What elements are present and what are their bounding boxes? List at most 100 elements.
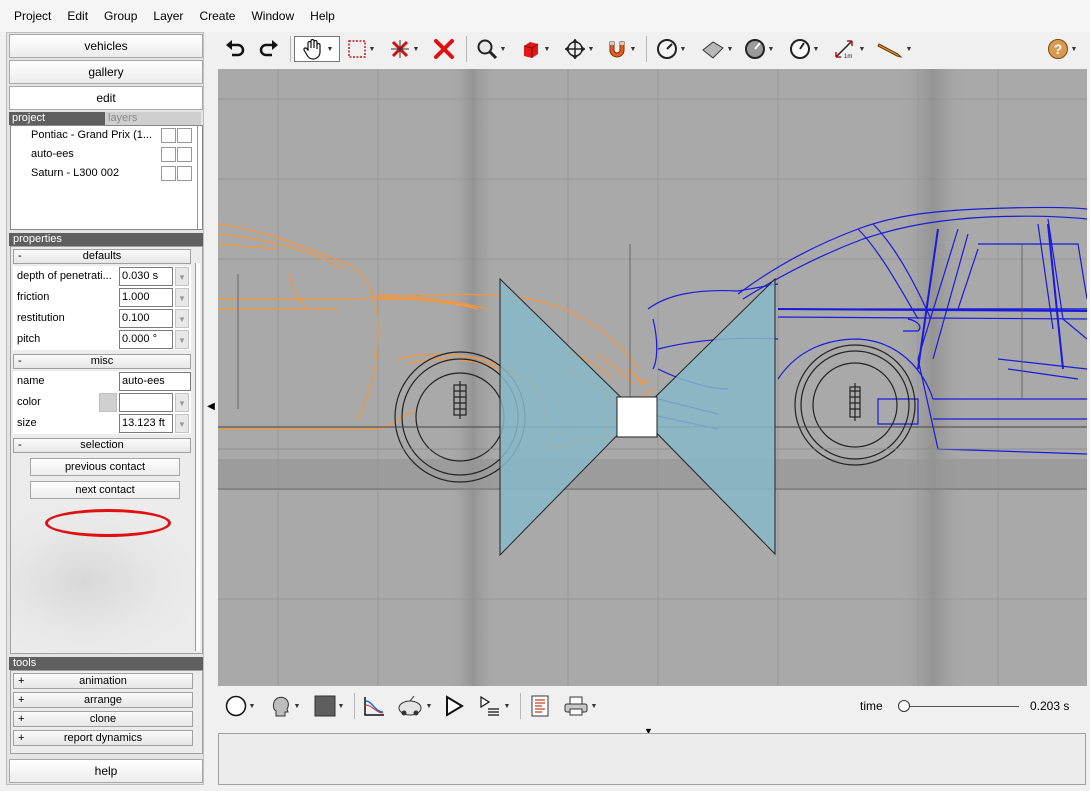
collapse-panel-arrow-icon[interactable]: ◀	[206, 398, 216, 416]
chevron-down-icon[interactable]: ▼	[175, 393, 189, 412]
defaults-group-header[interactable]: - defaults	[13, 249, 191, 264]
list-item[interactable]: auto-ees	[11, 145, 202, 164]
chevron-down-icon: ▼	[679, 45, 687, 53]
measure-angle-button[interactable]: ▼	[654, 36, 688, 62]
scene-canvas[interactable]	[218, 69, 1087, 686]
graph-button[interactable]	[360, 693, 388, 719]
measure-distance-button[interactable]: 1m ▼	[830, 36, 868, 62]
chevron-down-icon: ▼	[248, 702, 256, 710]
pencil-button[interactable]: ▼	[872, 36, 916, 62]
playback-options-button[interactable]: ▼	[474, 693, 514, 719]
pan-tool-button[interactable]: ▼	[294, 36, 340, 62]
chevron-down-icon: ▼	[767, 45, 775, 53]
menu-layer[interactable]: Layer	[145, 9, 191, 23]
restitution-field[interactable]: 0.100	[119, 309, 173, 328]
next-contact-button[interactable]: next contact	[30, 481, 180, 499]
lock-checkbox[interactable]	[177, 147, 192, 162]
chevron-down-icon: ▼	[326, 45, 334, 53]
color-swatch[interactable]	[99, 393, 117, 412]
color-field[interactable]	[119, 393, 173, 412]
chevron-down-icon[interactable]: ▼	[175, 330, 189, 349]
shape-circle-button[interactable]: ▼	[222, 693, 258, 719]
delete-points-button[interactable]: ▼	[384, 36, 424, 62]
list-item[interactable]: Saturn - L300 002	[11, 164, 202, 183]
visibility-checkbox[interactable]	[161, 166, 176, 181]
menu-window[interactable]: Window	[243, 9, 302, 23]
move-button[interactable]: ▼	[560, 36, 598, 62]
property-row: friction 1.000 ▼	[13, 287, 191, 308]
print-button[interactable]: ▼	[560, 693, 600, 719]
tool-animation[interactable]: + animation	[13, 673, 193, 689]
expand-icon: +	[18, 732, 25, 744]
main-toolbar: ▼ ▼ ▼ ▼ ▼ ▼ ▼ ▼ ▼ ▼ ▼ 1m ▼ ▼ ? ▼	[216, 32, 1090, 66]
create-object-button[interactable]: ▼	[516, 36, 554, 62]
zoom-button[interactable]: ▼	[472, 36, 510, 62]
visibility-checkbox[interactable]	[161, 147, 176, 162]
chevron-down-icon: ▼	[590, 702, 598, 710]
time-slider-track[interactable]	[899, 706, 1019, 707]
edit-button[interactable]: edit	[9, 86, 203, 110]
previous-contact-button[interactable]: previous contact	[30, 458, 180, 476]
undo-button[interactable]	[222, 36, 248, 62]
play-button[interactable]	[440, 693, 468, 719]
fill-square-icon	[314, 695, 336, 717]
friction-field[interactable]: 1.000	[119, 288, 173, 307]
size-field[interactable]: 13.123 ft	[119, 414, 173, 433]
chevron-down-icon[interactable]: ▼	[175, 267, 189, 286]
driver-view-button[interactable]: ▼	[266, 693, 304, 719]
simulate-button[interactable]: ▼	[394, 693, 434, 719]
delete-button[interactable]	[430, 36, 458, 62]
tool-clone[interactable]: + clone	[13, 711, 193, 727]
visibility-checkbox[interactable]	[161, 128, 176, 143]
tab-layers[interactable]: layers	[105, 112, 201, 125]
report-icon	[531, 695, 549, 717]
time-slider-handle[interactable]	[898, 700, 910, 712]
pitch-field[interactable]: 0.000 °	[119, 330, 173, 349]
depth-of-penetration-field[interactable]: 0.030 s	[119, 267, 173, 286]
question-icon: ?	[1047, 39, 1068, 59]
property-row: size 13.123 ft ▼	[13, 413, 191, 434]
menu-group[interactable]: Group	[96, 9, 145, 23]
redo-button[interactable]	[256, 36, 282, 62]
help-button[interactable]: help	[9, 759, 203, 783]
snap-button[interactable]: ▼	[602, 36, 640, 62]
list-item[interactable]: Pontiac - Grand Prix (1...	[11, 126, 202, 145]
misc-group-header[interactable]: - misc	[13, 354, 191, 369]
collapse-icon: -	[18, 439, 22, 451]
fill-color-button[interactable]: ▼	[310, 693, 348, 719]
tool-arrange[interactable]: + arrange	[13, 692, 193, 708]
speedometer-button[interactable]: ▼	[786, 36, 822, 62]
menu-edit[interactable]: Edit	[59, 9, 96, 23]
gallery-button[interactable]: gallery	[9, 60, 203, 84]
help-icon-button[interactable]: ? ▼	[1044, 36, 1080, 62]
redo-icon	[259, 40, 278, 57]
chevron-down-icon[interactable]: ▼	[175, 414, 189, 433]
chevron-down-icon: ▼	[543, 45, 551, 53]
lock-checkbox[interactable]	[177, 166, 192, 181]
toolbar-divider	[290, 36, 291, 62]
surface-button[interactable]: ▼	[698, 36, 736, 62]
layer-list-scrollbar[interactable]	[197, 126, 202, 229]
chevron-down-icon[interactable]: ▼	[175, 309, 189, 328]
properties-scrollbar[interactable]	[195, 263, 200, 651]
tools-panel: + animation + arrange + clone + report d…	[10, 670, 203, 754]
menu-help[interactable]: Help	[302, 9, 343, 23]
chevron-down-icon: ▼	[503, 702, 511, 710]
report-button[interactable]	[526, 693, 554, 719]
tab-project[interactable]: project	[9, 112, 105, 125]
chevron-down-icon[interactable]: ▼	[175, 288, 189, 307]
selection-group-header[interactable]: - selection	[13, 438, 191, 453]
name-field[interactable]: auto-ees	[119, 372, 191, 391]
tool-label: animation	[79, 675, 127, 687]
menu-project[interactable]: Project	[6, 9, 59, 23]
select-rect-button[interactable]: ▼	[344, 36, 378, 62]
lock-checkbox[interactable]	[177, 128, 192, 143]
3d-viewport[interactable]	[218, 69, 1087, 686]
menu-create[interactable]: Create	[191, 9, 243, 23]
dial-gray-button[interactable]: ▼	[742, 36, 776, 62]
red-cube-icon	[523, 42, 538, 58]
chevron-down-icon: ▼	[587, 45, 595, 53]
vehicles-button[interactable]: vehicles	[9, 34, 203, 58]
toolbar-divider	[354, 693, 355, 719]
tool-report-dynamics[interactable]: + report dynamics	[13, 730, 193, 746]
